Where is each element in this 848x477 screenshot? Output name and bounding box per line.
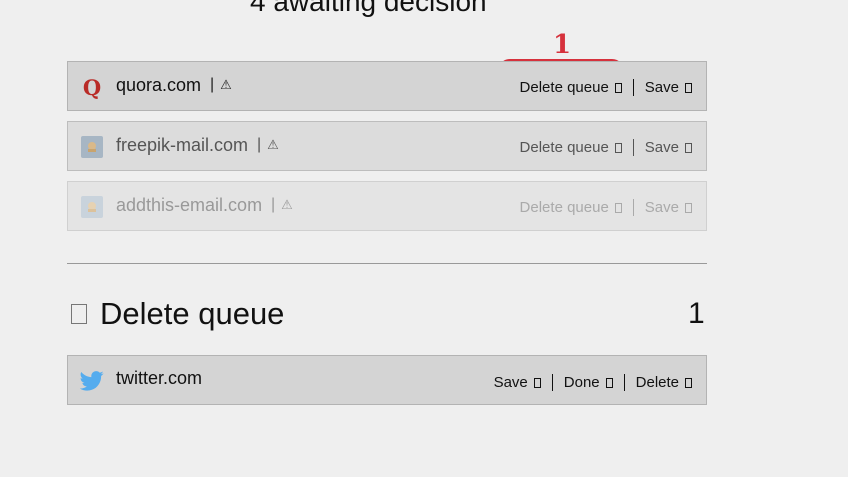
delete-queue-label: Delete queue	[519, 79, 609, 96]
delete-queue-label: Delete queue	[519, 199, 609, 216]
delete-queue-heading: Delete queue	[71, 296, 284, 332]
delete-button[interactable]: Delete	[636, 374, 692, 391]
delete-queue-title: Delete queue	[100, 296, 285, 331]
pending-row-quora: Q quora.com | ⚠ Delete queue Save	[67, 61, 707, 111]
row-meta: | ⚠	[271, 196, 293, 214]
delete-queue-button[interactable]: Delete queue	[520, 139, 622, 156]
delete-queue-label: Delete queue	[519, 139, 609, 156]
save-button[interactable]: Save	[645, 199, 692, 216]
missing-glyph-icon	[614, 143, 622, 153]
action-divider	[632, 199, 634, 216]
missing-glyph-icon	[605, 378, 613, 388]
save-button[interactable]: Save	[645, 79, 692, 96]
delete-queue-button[interactable]: Delete queue	[520, 199, 622, 216]
twitter-bird-icon	[80, 369, 104, 393]
save-label: Save	[493, 374, 528, 391]
missing-glyph-icon	[685, 203, 692, 213]
pending-row-addthis: addthis-email.com | ⚠ Delete queue Save	[67, 181, 707, 231]
warning-icon[interactable]: ⚠	[220, 77, 232, 92]
missing-glyph-icon	[614, 203, 622, 213]
save-label: Save	[644, 79, 679, 96]
done-button[interactable]: Done	[564, 374, 613, 391]
save-button[interactable]: Save	[645, 139, 692, 156]
annotation-number: 1	[553, 30, 572, 60]
action-divider	[632, 79, 634, 96]
section-divider	[67, 263, 707, 264]
pending-row-freepik: freepik-mail.com | ⚠ Delete queue Save	[67, 121, 707, 171]
quora-logo-icon: Q	[82, 74, 102, 100]
save-button[interactable]: Save	[494, 374, 541, 391]
warning-icon[interactable]: ⚠	[281, 197, 293, 212]
row-separator: |	[271, 196, 276, 213]
awaiting-decision-heading: 4 awaiting decision	[250, 0, 487, 17]
row-domain: twitter.com	[116, 368, 203, 388]
row-separator: |	[257, 136, 262, 153]
save-label: Save	[644, 139, 679, 156]
action-divider	[551, 374, 553, 391]
delete-queue-count: 1	[688, 297, 705, 330]
row-actions: Delete queue Save	[520, 79, 692, 96]
missing-glyph-icon	[533, 378, 541, 388]
done-label: Done	[563, 374, 600, 391]
generic-site-icon	[80, 135, 104, 159]
row-actions: Delete queue Save	[520, 199, 692, 216]
warning-icon[interactable]: ⚠	[267, 137, 279, 152]
delete-queue-row-twitter: twitter.com Save Done Delete	[67, 355, 707, 405]
missing-glyph-icon	[685, 83, 692, 93]
delete-queue-button[interactable]: Delete queue	[520, 79, 622, 96]
row-actions: Save Done Delete	[494, 374, 692, 391]
row-actions: Delete queue Save	[520, 139, 692, 156]
save-label: Save	[644, 199, 679, 216]
action-divider	[623, 374, 625, 391]
missing-glyph-icon	[685, 143, 692, 153]
row-meta: | ⚠	[257, 136, 279, 154]
row-domain: addthis-email.com	[116, 195, 263, 215]
action-divider	[632, 139, 634, 156]
delete-label: Delete	[635, 374, 679, 391]
row-domain: quora.com	[116, 75, 202, 95]
row-meta: | ⚠	[210, 76, 232, 94]
missing-glyph-icon	[614, 83, 622, 93]
row-domain: freepik-mail.com	[116, 135, 249, 155]
missing-glyph-icon	[71, 304, 87, 324]
missing-glyph-icon	[685, 378, 692, 388]
row-separator: |	[210, 76, 215, 93]
generic-site-icon	[80, 195, 104, 219]
